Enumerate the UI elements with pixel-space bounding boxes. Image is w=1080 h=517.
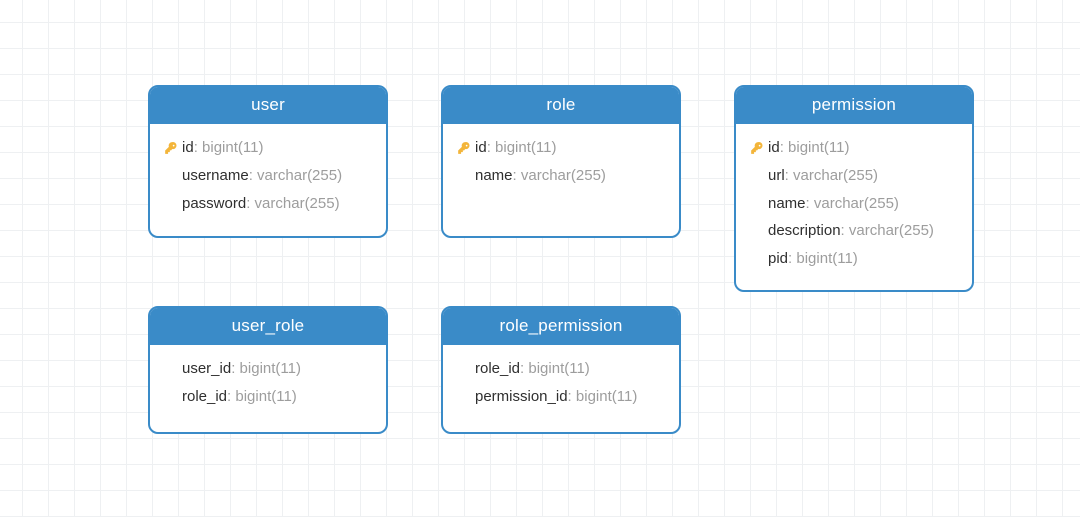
column-name: role_id [182,383,227,411]
column-row: role_id: bigint(11) [461,355,665,383]
column-name: password [182,190,246,218]
column-name: username [182,162,249,190]
column-name: id [768,134,780,162]
column-type: : varchar(255) [246,190,339,218]
column-row: id: bigint(11) [461,134,665,162]
column-type: : varchar(255) [806,190,899,218]
entity-title: user_role [150,308,386,345]
entity-columns: id: bigint(11) name: varchar(255) [443,124,679,202]
entity-columns: user_id: bigint(11) role_id: bigint(11) [150,345,386,423]
column-row: password: varchar(255) [168,190,372,218]
column-type: : bigint(11) [788,245,858,273]
column-name: url [768,162,785,190]
column-type: : bigint(11) [194,134,264,162]
column-type: : varchar(255) [249,162,342,190]
entity-title: role [443,87,679,124]
column-type: : bigint(11) [487,134,557,162]
column-row: user_id: bigint(11) [168,355,372,383]
entity-columns: id: bigint(11) username: varchar(255) pa… [150,124,386,229]
column-type: : varchar(255) [785,162,878,190]
column-type: : bigint(11) [231,355,301,383]
entity-table-role[interactable]: role id: bigint(11) name: varchar(255) [441,85,681,238]
entity-columns: id: bigint(11) url: varchar(255) name: v… [736,124,972,285]
column-name: id [475,134,487,162]
entity-table-user[interactable]: user id: bigint(11) username: varchar(25… [148,85,388,238]
entity-columns: role_id: bigint(11) permission_id: bigin… [443,345,679,423]
entity-table-permission[interactable]: permission id: bigint(11) url: varchar(2… [734,85,974,292]
entity-title: user [150,87,386,124]
column-name: name [768,190,806,218]
column-type: : bigint(11) [780,134,850,162]
column-row: url: varchar(255) [754,162,958,190]
column-type: : bigint(11) [520,355,590,383]
column-type: : varchar(255) [513,162,606,190]
column-row: id: bigint(11) [168,134,372,162]
column-name: role_id [475,355,520,383]
column-row: username: varchar(255) [168,162,372,190]
primary-key-icon [162,141,180,155]
column-type: : bigint(11) [568,383,638,411]
entity-title: role_permission [443,308,679,345]
column-type: : bigint(11) [227,383,297,411]
entity-title: permission [736,87,972,124]
column-name: id [182,134,194,162]
column-row: permission_id: bigint(11) [461,383,665,411]
column-name: pid [768,245,788,273]
column-row: pid: bigint(11) [754,245,958,273]
column-name: name [475,162,513,190]
column-row: role_id: bigint(11) [168,383,372,411]
primary-key-icon [455,141,473,155]
column-row: name: varchar(255) [461,162,665,190]
column-row: id: bigint(11) [754,134,958,162]
column-name: user_id [182,355,231,383]
column-type: : varchar(255) [841,217,934,245]
primary-key-icon [748,141,766,155]
entity-table-role-permission[interactable]: role_permission role_id: bigint(11) perm… [441,306,681,434]
column-name: permission_id [475,383,568,411]
entity-table-user-role[interactable]: user_role user_id: bigint(11) role_id: b… [148,306,388,434]
column-row: name: varchar(255) [754,190,958,218]
column-name: description [768,217,841,245]
column-row: description: varchar(255) [754,217,958,245]
